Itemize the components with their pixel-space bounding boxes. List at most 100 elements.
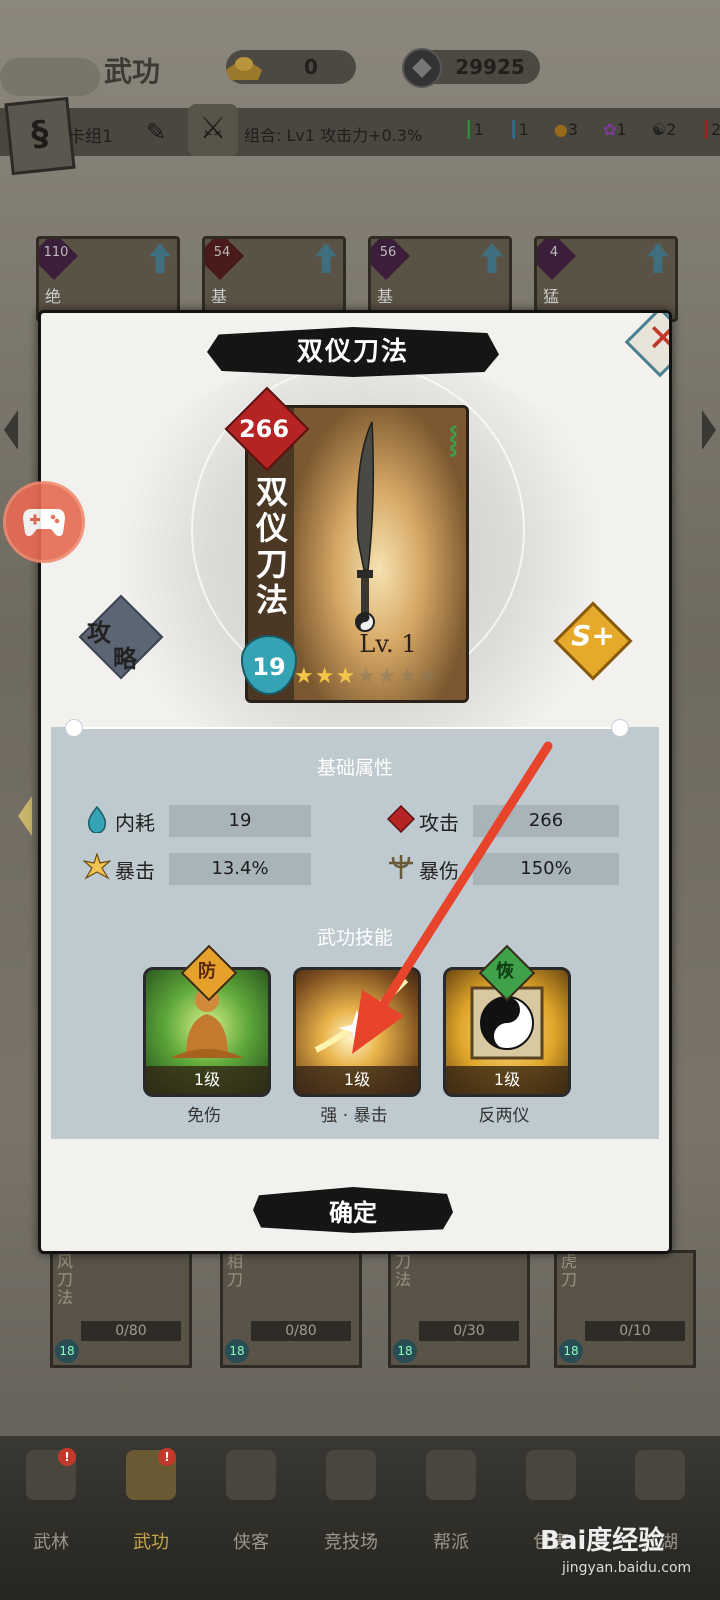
deck-name[interactable]: 卡组1 (68, 122, 113, 147)
trident-icon (389, 855, 413, 879)
card-progress: 0/80 (251, 1321, 351, 1341)
arena-swords-icon (326, 1450, 376, 1500)
grade-label: S+ (571, 619, 615, 652)
star-icon: ★ (418, 664, 440, 689)
gamepad-icon (23, 509, 65, 537)
red-blade-icon: ┃2 (701, 120, 720, 139)
neihao-label: 内耗 (115, 811, 155, 835)
recover-badge-label: 恢 (496, 961, 514, 982)
card-name: 基 (211, 287, 228, 306)
ingot-value: 0 (304, 55, 318, 79)
ingot-currency[interactable]: 0 (226, 50, 356, 84)
close-icon[interactable]: ✕ (643, 313, 669, 363)
collection-card[interactable]: 刀法 0/30 18 (388, 1250, 530, 1368)
bag-icon (526, 1450, 576, 1500)
card-name: 相刀 (227, 1252, 244, 1289)
crossed-swords-icon[interactable]: ⚔ (188, 104, 238, 156)
green-sword-icon: ⸾ (448, 425, 458, 455)
nav-wulin[interactable]: ! 武林 (6, 1448, 96, 1560)
edit-pen-icon[interactable]: ✎ (146, 118, 172, 146)
star-icon: ★ (356, 664, 377, 689)
coin-icon (402, 48, 442, 88)
card-progress: 0/30 (419, 1321, 519, 1341)
collection-card[interactable]: 虎刀 0/10 18 (554, 1250, 696, 1368)
defense-badge-label: 防 (198, 961, 216, 982)
nav-label: 帮派 (433, 1532, 469, 1553)
scroll-left-arrow-icon[interactable] (18, 796, 32, 836)
confirm-label[interactable]: 确定 (253, 1193, 453, 1228)
card-level: Lv. 1 (359, 630, 417, 658)
card-level: 56 (379, 245, 397, 260)
nav-label: 竞技场 (324, 1532, 378, 1553)
mountain-icon (635, 1450, 685, 1500)
card-name: 虎刀 (561, 1252, 578, 1289)
skill-level: 1级 (146, 1066, 268, 1094)
guide-label[interactable]: 略 (113, 639, 137, 674)
skill-name: 反两仪 (478, 1106, 530, 1126)
star-icon: ★ (294, 664, 315, 689)
shield-icon: ●3 (553, 120, 578, 139)
card-cost: 18 (55, 1339, 79, 1363)
card-cost: 18 (225, 1339, 249, 1363)
crit-burst-icon (83, 853, 111, 880)
card-attack: 266 (238, 415, 290, 443)
rail-dot (65, 719, 83, 737)
attack-value: 266 (473, 805, 619, 837)
card-name: 刀法 (395, 1252, 412, 1289)
card-progress: 0/80 (81, 1321, 181, 1341)
baidu-watermark-url: jingyan.baidu.com (562, 1560, 692, 1576)
neihao-value: 19 (169, 805, 311, 837)
cloud-decoration (0, 58, 100, 96)
star-icon: ★ (314, 664, 336, 689)
skill-level: 1级 (446, 1066, 568, 1094)
dao-sword-icon (355, 421, 375, 632)
scroll-right-arrow-icon[interactable] (702, 410, 716, 450)
card-level: 4 (549, 245, 559, 260)
deck-icon[interactable]: § (4, 96, 76, 176)
upgrade-arrow-icon (149, 243, 171, 273)
card-level: 110 (43, 245, 69, 260)
card-name: 猛 (543, 287, 560, 306)
coin-value: 29925 (455, 55, 525, 79)
skill-tile-crit[interactable]: 1级 (293, 967, 421, 1097)
nav-wugong[interactable]: ! 武功 (106, 1448, 196, 1560)
yinyang-icon: ☯2 (651, 120, 677, 139)
nav-xiake[interactable]: 侠客 (206, 1450, 296, 1560)
banner-flag-icon (426, 1450, 476, 1500)
gamepad-float-button[interactable] (6, 484, 82, 560)
guide-label[interactable]: 攻 (87, 613, 111, 648)
rail-dot (611, 719, 629, 737)
skills-title: 武功技能 (316, 927, 393, 949)
critdmg-label: 暴伤 (419, 859, 459, 883)
scroll-left-arrow-icon[interactable] (4, 410, 18, 450)
nav-arena[interactable]: 竞技场 (306, 1450, 396, 1560)
skill-name: 强 · 暴击 (320, 1106, 388, 1126)
combo-text: 组合: Lv1 攻击力+0.3% (244, 126, 423, 145)
nav-guild[interactable]: 帮派 (406, 1450, 496, 1560)
card-name: 风刀法 (57, 1252, 74, 1307)
slash-burst-icon (314, 977, 409, 1053)
star-icon: ★ (376, 664, 398, 689)
upgrade-arrow-icon (647, 243, 669, 273)
collection-card[interactable]: 风刀法 0/80 18 (50, 1250, 192, 1368)
card-name: 绝 (45, 287, 62, 306)
card-name: 双仪刀法 (255, 473, 288, 619)
coin-currency[interactable]: 29925 (402, 48, 540, 88)
upgrade-arrow-icon (481, 243, 503, 273)
combo-tags: ┃1 ┃1 ●3 ✿1 ☯2 ┃2 (464, 120, 720, 139)
modal-title: 双仪刀法 (296, 337, 409, 367)
blue-sword-icon: ┃1 (508, 120, 529, 139)
card-cost: 19 (252, 653, 286, 681)
collection-card[interactable]: 相刀 0/80 18 (220, 1250, 362, 1368)
star-rating: ★★★★★★★ (294, 664, 439, 689)
crit-label: 暴击 (115, 859, 155, 883)
attack-label: 攻击 (419, 811, 459, 835)
nav-label: 武功 (133, 1532, 169, 1553)
water-drop-icon (87, 805, 107, 833)
card-cost: 18 (393, 1339, 417, 1363)
critdmg-value: 150% (473, 853, 619, 885)
skill-level: 1级 (296, 1066, 418, 1094)
baidu-watermark: Bai度经验 (540, 1526, 665, 1556)
card-progress: 0/10 (585, 1321, 685, 1341)
crit-value: 13.4% (169, 853, 311, 885)
